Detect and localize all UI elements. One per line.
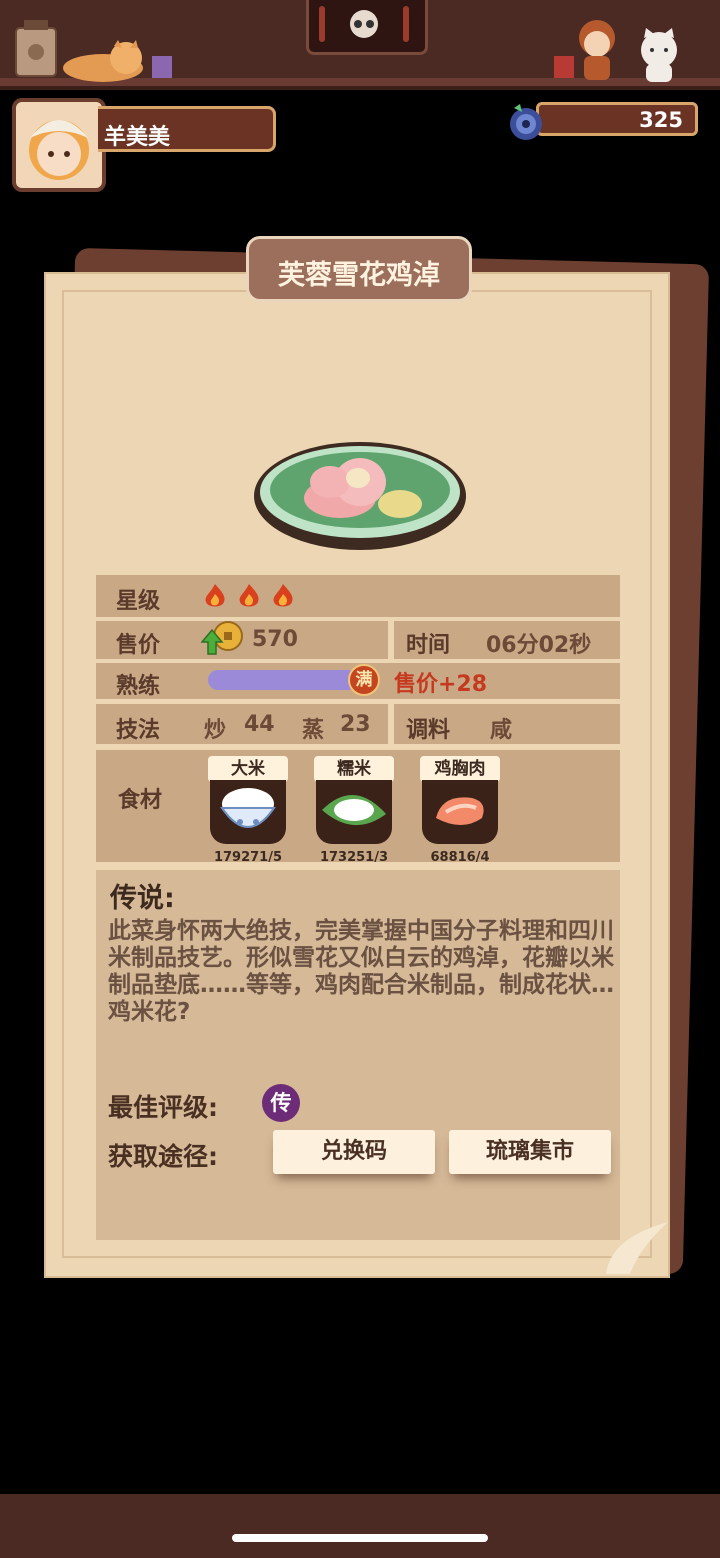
price-label: 售价 bbox=[116, 633, 161, 658]
chicken-breast-icon bbox=[436, 797, 484, 825]
fire-star-icon bbox=[205, 584, 225, 607]
ingredient-name: 大米 bbox=[208, 756, 288, 782]
ingredients-label: 食材 bbox=[118, 788, 163, 813]
page-curl[interactable] bbox=[600, 1218, 670, 1278]
home-indicator[interactable] bbox=[232, 1534, 488, 1542]
ingredient-slot bbox=[316, 780, 392, 844]
dish-title-plate: 芙蓉雪花鸡淖 bbox=[246, 236, 472, 302]
best-rank-badge: 传 bbox=[262, 1084, 300, 1122]
sticky-rice-leaf-icon bbox=[322, 794, 386, 826]
star-row bbox=[96, 575, 620, 617]
coin-up-icon bbox=[200, 621, 243, 655]
fire-star-icon bbox=[273, 584, 293, 607]
skill-label: 熟练 bbox=[116, 674, 161, 699]
seasoning-value: 咸 bbox=[490, 718, 513, 743]
skill-progress-bar bbox=[208, 670, 358, 690]
jar-icon bbox=[15, 20, 57, 77]
price-value: 570 bbox=[252, 627, 298, 652]
seasoning-label: 调料 bbox=[406, 718, 451, 743]
lore-title: 传说: bbox=[110, 883, 175, 914]
white-cat-icon bbox=[641, 28, 677, 82]
glaze-market-button[interactable]: 琉璃集市 bbox=[449, 1130, 611, 1174]
ingredient-name: 糯米 bbox=[314, 756, 394, 782]
ingredient-name: 鸡胸肉 bbox=[420, 756, 500, 782]
skill-progress-fill bbox=[208, 670, 358, 690]
hanging-sign bbox=[306, 0, 428, 55]
player-avatar[interactable] bbox=[12, 98, 106, 192]
chef-girl-icon bbox=[579, 20, 615, 80]
star-label: 星级 bbox=[116, 589, 161, 614]
coin-count: 325 bbox=[639, 108, 683, 132]
ingredient-count: 173251/3 bbox=[319, 850, 389, 865]
skill-bonus: 售价+28 bbox=[394, 672, 488, 697]
skill-full-badge: 满 bbox=[348, 664, 380, 696]
cat-sign-icon bbox=[319, 6, 409, 42]
player-name-bar[interactable]: 羊美美 bbox=[98, 106, 276, 152]
technique-value: 23 bbox=[340, 712, 371, 737]
lore-text: 此菜身怀两大绝技，完美掌握中国分子料理和四川米制品技艺。形似雪花又似白云的鸡淖，… bbox=[108, 918, 614, 1025]
best-rank-label: 最佳评级: bbox=[108, 1093, 218, 1122]
rice-bowl-icon bbox=[220, 788, 276, 828]
technique-value: 44 bbox=[244, 712, 275, 737]
fire-star-icon bbox=[239, 584, 259, 607]
player-name: 羊美美 bbox=[104, 125, 171, 150]
ingredient-count: 68816/4 bbox=[430, 850, 490, 865]
jade-coin-icon bbox=[510, 104, 542, 140]
technique-name: 蒸 bbox=[302, 718, 325, 743]
ingredient-slot bbox=[210, 780, 286, 844]
technique-name: 炒 bbox=[204, 718, 227, 743]
dish-image bbox=[254, 442, 466, 550]
time-value: 06分02秒 bbox=[486, 633, 592, 658]
ingredient-slot bbox=[422, 780, 498, 844]
dish-title: 芙蓉雪花鸡淖 bbox=[278, 260, 440, 291]
bottom-bar bbox=[0, 1494, 720, 1558]
ingredient-count: 179271/5 bbox=[213, 850, 283, 865]
time-label: 时间 bbox=[406, 633, 451, 658]
redeem-code-button[interactable]: 兑换码 bbox=[273, 1130, 435, 1174]
purple-cup-icon bbox=[152, 56, 172, 78]
technique-label: 技法 bbox=[116, 718, 161, 743]
avatar-girl-icon bbox=[29, 120, 89, 180]
top-shelf-bar bbox=[0, 0, 720, 90]
source-label: 获取途径: bbox=[108, 1142, 218, 1171]
sleeping-cat-icon bbox=[63, 40, 143, 82]
coin-bar[interactable]: 325 bbox=[536, 102, 698, 136]
